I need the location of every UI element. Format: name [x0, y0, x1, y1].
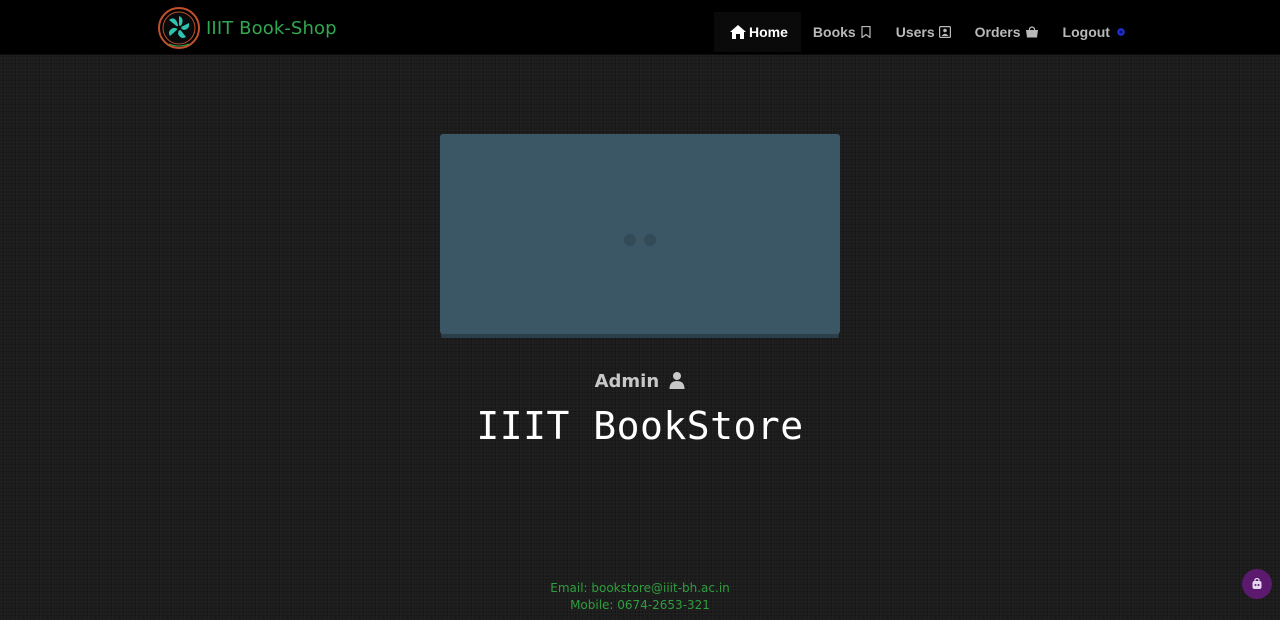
chat-bot-icon: [1252, 578, 1262, 589]
nav-home-label: Home: [749, 24, 788, 40]
slide-indicator-1[interactable]: [624, 234, 636, 246]
user-role-label: Admin: [594, 371, 660, 392]
slide-indicators: [624, 234, 664, 246]
nav-books[interactable]: Books: [801, 12, 884, 52]
user-role: Admin: [0, 371, 1280, 392]
nav-orders-label: Orders: [974, 24, 1021, 40]
brand-link[interactable]: IIIT Book-Shop: [157, 7, 337, 49]
navbar: IIIT Book-Shop Home Books Users Orders L…: [0, 0, 1280, 55]
nav-books-label: Books: [812, 24, 856, 40]
nav-users[interactable]: Users: [884, 12, 963, 52]
nav-menu: Home Books Users Orders Logout: [714, 12, 1138, 52]
brand-logo-icon: [158, 7, 200, 49]
slide-indicator-2[interactable]: [644, 234, 656, 246]
nav-logout-label: Logout: [1062, 24, 1110, 40]
bookmark-icon: [861, 26, 871, 38]
nav-users-label: Users: [895, 24, 935, 40]
user-badge-icon: [938, 26, 951, 38]
footer: Email: bookstore@iiit-bh.ac.in Mobile: 0…: [0, 580, 1280, 614]
home-icon: [730, 25, 746, 39]
page: IIIT Book-Shop Home Books Users Orders L…: [0, 0, 1280, 620]
footer-email: Email: bookstore@iiit-bh.ac.in: [550, 581, 730, 595]
page-title: IIIT BookStore: [476, 404, 804, 448]
nav-logout[interactable]: Logout: [1051, 12, 1138, 52]
nav-home[interactable]: Home: [714, 12, 801, 52]
user-icon: [669, 372, 685, 389]
chat-bot-button[interactable]: [1242, 569, 1272, 599]
footer-mobile: Mobile: 0674-2653-321: [570, 598, 710, 612]
hero-slideshow[interactable]: [440, 134, 840, 334]
brand-name: IIIT Book-Shop: [206, 17, 337, 39]
nav-orders[interactable]: Orders: [963, 12, 1051, 52]
shopping-bag-icon: [1025, 26, 1038, 38]
power-icon: [1117, 28, 1125, 36]
